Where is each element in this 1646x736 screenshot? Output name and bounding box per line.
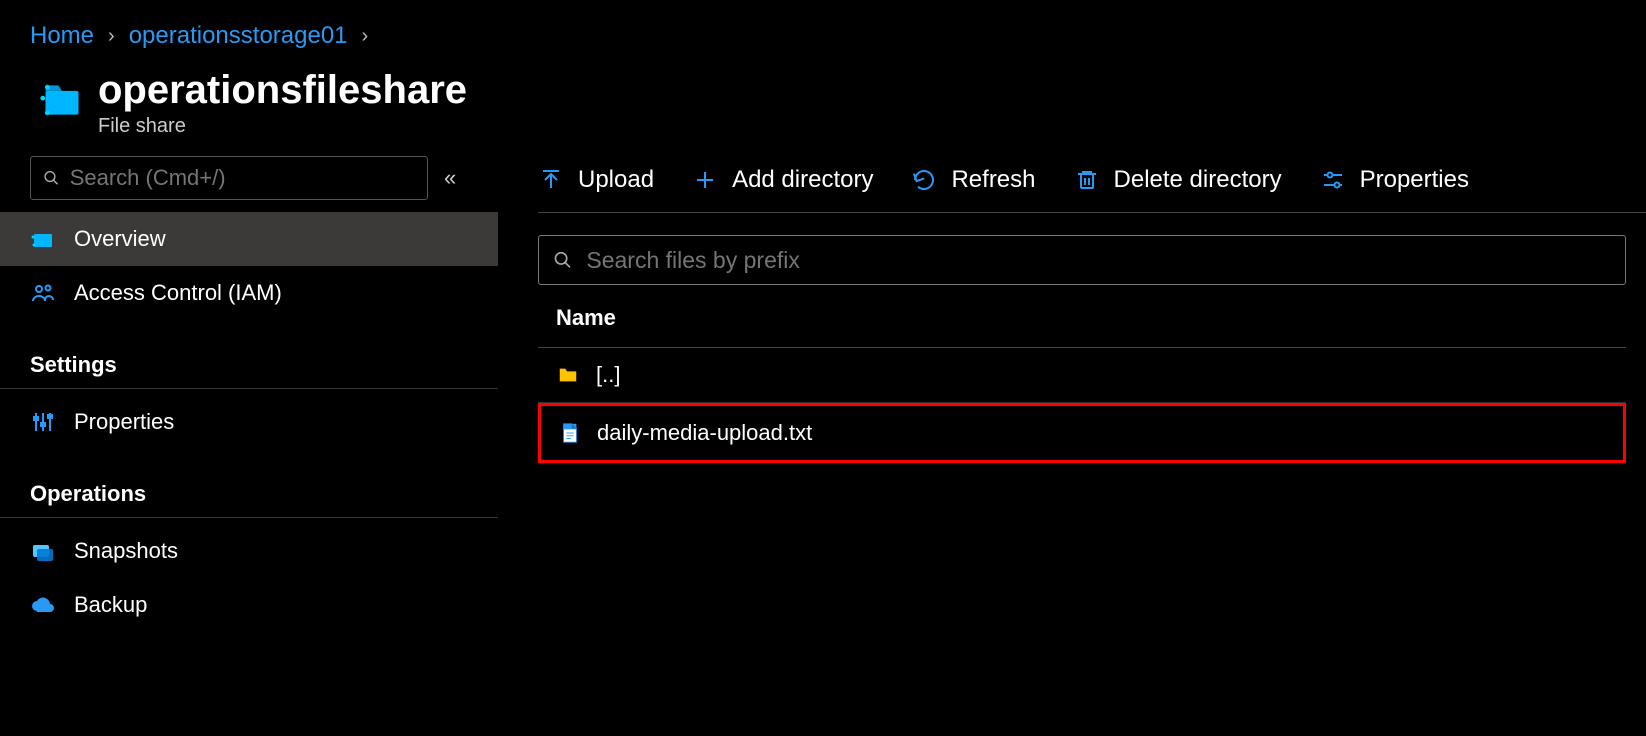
collapse-sidebar-button[interactable]: « <box>444 165 472 191</box>
file-search-input[interactable] <box>586 247 1611 274</box>
toolbar-label: Upload <box>578 166 654 194</box>
sidebar-item-label: Backup <box>74 592 147 618</box>
sidebar-item-label: Properties <box>74 409 174 435</box>
breadcrumb: Home › operationsstorage01 › <box>0 0 1646 58</box>
people-icon <box>30 281 56 305</box>
sidebar-item-properties[interactable]: Properties <box>0 395 498 449</box>
chevron-right-icon: › <box>362 25 369 48</box>
properties-button[interactable]: Properties <box>1320 166 1469 194</box>
sidebar-item-iam[interactable]: Access Control (IAM) <box>0 266 498 320</box>
add-directory-button[interactable]: Add directory <box>692 166 873 194</box>
toolbar-label: Delete directory <box>1114 166 1282 194</box>
sidebar-item-label: Access Control (IAM) <box>74 280 282 306</box>
file-icon <box>559 421 581 445</box>
sidebar-item-label: Overview <box>74 226 166 252</box>
toolbar-label: Properties <box>1360 166 1469 194</box>
sidebar-item-backup[interactable]: Backup <box>0 578 498 632</box>
snapshot-icon <box>30 539 56 563</box>
cloud-backup-icon <box>30 593 56 617</box>
toolbar: Upload Add directory Refresh Delete dire… <box>538 156 1646 213</box>
page-title-row: operationsfileshare File share <box>0 58 1646 156</box>
file-row-daily-media-upload[interactable]: daily-media-upload.txt <box>538 403 1626 463</box>
sliders-icon <box>30 410 56 434</box>
fileshare-icon <box>40 78 84 122</box>
sidebar-item-snapshots[interactable]: Snapshots <box>0 524 498 578</box>
folder-icon <box>556 364 580 386</box>
refresh-icon <box>911 167 937 193</box>
sidebar-search-input[interactable] <box>70 165 415 191</box>
sidebar-section-settings: Settings <box>0 320 498 389</box>
upload-icon <box>538 167 564 193</box>
settings-sliders-icon <box>1320 167 1346 193</box>
row-label: [..] <box>596 362 620 388</box>
trash-icon <box>1074 167 1100 193</box>
plus-icon <box>692 167 718 193</box>
delete-directory-button[interactable]: Delete directory <box>1074 166 1282 194</box>
sidebar-item-overview[interactable]: Overview <box>0 212 498 266</box>
sidebar: « Overview Access Control (IAM) Settings <box>0 156 498 632</box>
refresh-button[interactable]: Refresh <box>911 166 1035 194</box>
search-icon <box>553 250 572 270</box>
toolbar-label: Refresh <box>951 166 1035 194</box>
toolbar-label: Add directory <box>732 166 873 194</box>
upload-button[interactable]: Upload <box>538 166 654 194</box>
breadcrumb-home[interactable]: Home <box>30 22 94 50</box>
page-subtitle: File share <box>98 115 467 138</box>
parent-directory-row[interactable]: [..] <box>538 348 1626 403</box>
row-label: daily-media-upload.txt <box>597 420 812 446</box>
page-title: operationsfileshare <box>98 68 467 113</box>
breadcrumb-parent[interactable]: operationsstorage01 <box>129 22 348 50</box>
chevron-right-icon: › <box>108 25 115 48</box>
fileshare-small-icon <box>30 227 56 251</box>
file-search[interactable] <box>538 235 1626 285</box>
sidebar-search[interactable] <box>30 156 428 200</box>
column-header-name[interactable]: Name <box>538 285 1626 348</box>
sidebar-section-operations: Operations <box>0 449 498 518</box>
sidebar-item-label: Snapshots <box>74 538 178 564</box>
main-content: Upload Add directory Refresh Delete dire… <box>498 156 1646 632</box>
search-icon <box>43 169 60 187</box>
